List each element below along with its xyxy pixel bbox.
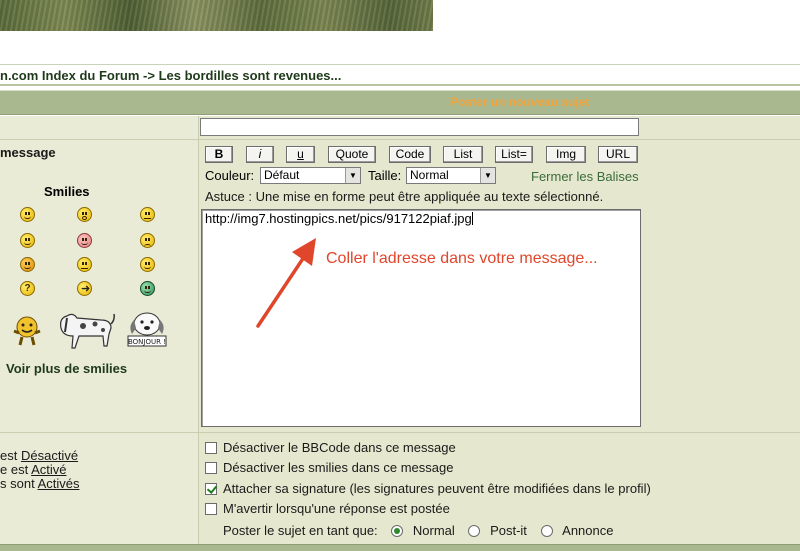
post-type-normal-radio[interactable] <box>391 525 404 537</box>
chevron-down-icon: ▼ <box>480 168 495 183</box>
status-prefix: est <box>0 448 21 463</box>
rolleyes-icon[interactable] <box>77 257 92 272</box>
code-button[interactable]: Code <box>389 146 431 163</box>
arrow-icon[interactable]: ➜ <box>77 281 92 296</box>
status-value[interactable]: Activé <box>31 462 66 477</box>
url-button[interactable]: URL <box>598 146 638 163</box>
row-divider <box>0 139 800 140</box>
options-status: est Désactivé e est Activé s sont Activé… <box>0 449 79 491</box>
breadcrumb-separator: -> <box>143 68 155 83</box>
evil-icon[interactable] <box>20 257 35 272</box>
size-select-value: Normal <box>410 168 449 182</box>
color-select[interactable]: Défaut ▼ <box>260 167 361 184</box>
notify-option[interactable]: M'avertir lorsqu'une réponse est postée <box>205 501 450 516</box>
list-button[interactable]: List <box>443 146 483 163</box>
status-value[interactable]: Activés <box>38 476 80 491</box>
smilies-title: Smilies <box>44 184 90 199</box>
italic-button[interactable]: i <box>246 146 274 163</box>
bonjour-dog-icon[interactable]: BONJOUR ! <box>124 310 170 348</box>
setter-dog-icon[interactable] <box>53 306 115 352</box>
chevron-down-icon: ▼ <box>345 168 360 183</box>
smile-icon[interactable] <box>20 207 35 222</box>
breadcrumb: n.com Index du Forum -> Les bordilles so… <box>0 68 341 83</box>
post-type-announce-label: Annonce <box>562 523 614 538</box>
ordered-list-button[interactable]: List= <box>495 146 533 163</box>
notify-label: M'avertir lorsqu'une réponse est postée <box>223 501 450 516</box>
bottom-bar <box>0 544 800 551</box>
annotation-text: Coller l'adresse dans votre message... <box>326 250 598 267</box>
disable-bbcode-option[interactable]: Désactiver le BBCode dans ce message <box>205 440 456 455</box>
embarrassed-icon[interactable] <box>77 233 92 248</box>
disable-bbcode-checkbox[interactable] <box>205 442 217 454</box>
annotation-arrow-icon <box>256 238 316 328</box>
message-value: http://img7.hostingpics.net/pics/917122p… <box>205 211 472 226</box>
size-select[interactable]: Normal ▼ <box>406 167 496 184</box>
grin-icon[interactable] <box>20 233 35 248</box>
image-button[interactable]: Img <box>546 146 586 163</box>
breadcrumb-topic[interactable]: Les bordilles sont revenues... <box>159 68 342 83</box>
underline-button[interactable]: u <box>286 146 315 163</box>
bbcode-status: est Désactivé <box>0 449 79 463</box>
svg-text:BONJOUR !: BONJOUR ! <box>128 338 166 346</box>
status-prefix: s sont <box>0 476 38 491</box>
status-value[interactable]: Désactivé <box>21 448 78 463</box>
breadcrumb-bar: n.com Index du Forum -> Les bordilles so… <box>0 64 800 86</box>
column-divider <box>198 116 199 546</box>
attach-signature-option[interactable]: Attacher sa signature (les signatures pe… <box>205 481 651 496</box>
post-type-normal-label: Normal <box>412 523 455 538</box>
disable-smilies-checkbox[interactable] <box>205 462 217 474</box>
post-type-announce-radio[interactable] <box>540 525 553 537</box>
wink-icon[interactable] <box>140 257 155 272</box>
close-tags-link[interactable]: Fermer les Balises <box>531 169 639 184</box>
post-type-postit-radio[interactable] <box>468 525 481 537</box>
tip-text: Astuce : Une mise en forme peut être app… <box>205 189 604 204</box>
question-icon[interactable]: ? <box>20 281 35 296</box>
disable-smilies-option[interactable]: Désactiver les smilies dans ce message <box>205 460 453 475</box>
notify-checkbox[interactable] <box>205 503 217 515</box>
disable-bbcode-label: Désactiver le BBCode dans ce message <box>223 440 456 455</box>
subject-input[interactable] <box>200 118 639 136</box>
sad-icon[interactable] <box>140 233 155 248</box>
text-caret <box>471 212 473 225</box>
neutral-icon[interactable] <box>140 207 155 222</box>
bold-button[interactable]: B <box>205 146 233 163</box>
quote-button[interactable]: Quote <box>328 146 376 163</box>
color-select-value: Défaut <box>264 168 300 182</box>
eek-icon[interactable] <box>77 207 92 222</box>
disable-smilies-label: Désactiver les smilies dans ce message <box>223 460 454 475</box>
post-type-label: Poster le sujet en tant que: <box>223 523 378 538</box>
size-label: Taille: <box>368 168 402 183</box>
breadcrumb-forum-index[interactable]: n.com Index du Forum <box>0 68 139 83</box>
page-title: Poster un nouveau sujet <box>450 95 590 109</box>
attach-signature-checkbox[interactable] <box>205 483 217 495</box>
html-status: e est Activé <box>0 463 79 477</box>
post-type-row: Poster le sujet en tant que: Normal Post… <box>223 523 613 538</box>
mrgreen-icon[interactable] <box>140 281 155 296</box>
post-header-row: Poster un nouveau sujet <box>0 90 800 115</box>
message-text: http://img7.hostingpics.net/pics/917122p… <box>205 211 473 226</box>
status-prefix: e est <box>0 462 32 477</box>
smilies-status: s sont Activés <box>0 477 79 491</box>
attach-signature-label: Attacher sa signature (les signatures pe… <box>223 481 651 496</box>
header-photo <box>0 0 433 31</box>
color-label: Couleur: <box>205 168 255 183</box>
post-type-postit-label: Post-it <box>490 523 527 538</box>
row-divider <box>0 432 800 433</box>
more-smilies-link[interactable]: Voir plus de smilies <box>6 361 127 376</box>
message-label: message <box>0 145 56 160</box>
thumbs-smiley-icon[interactable] <box>10 313 44 347</box>
